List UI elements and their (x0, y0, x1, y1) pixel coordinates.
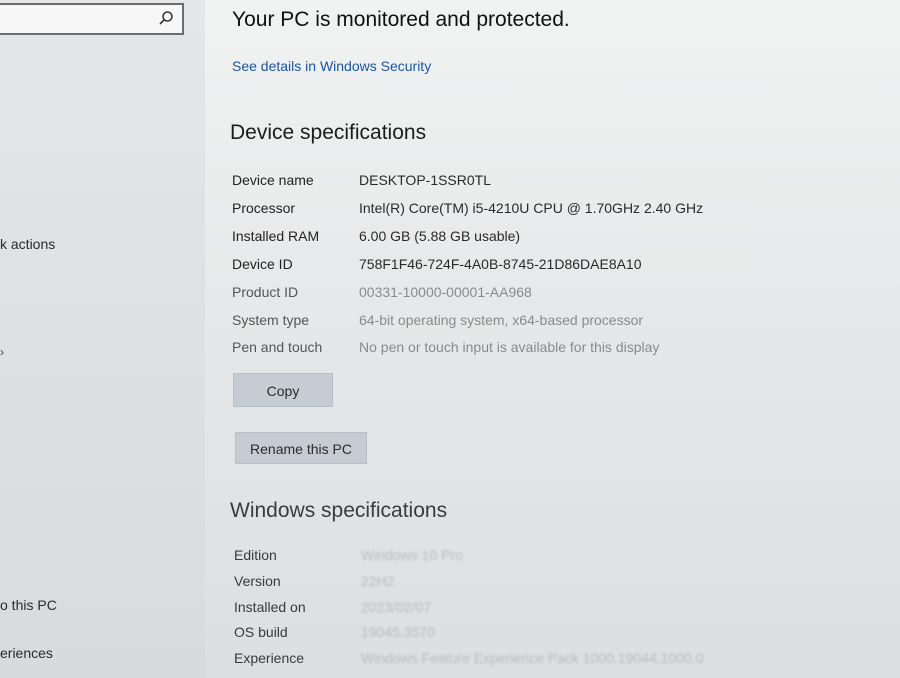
copy-button[interactable]: Copy (233, 373, 333, 407)
spec-value: No pen or touch input is available for t… (359, 339, 660, 355)
protection-status: Your PC is monitored and protected. (232, 8, 570, 31)
spec-row-experience: Experience Windows Feature Experience Pa… (234, 650, 894, 676)
spec-label: Installed on (234, 599, 306, 615)
spec-label: Edition (234, 547, 277, 563)
spec-value: 2023/02/07 (361, 599, 432, 615)
spec-row-processor: Processor Intel(R) Core(TM) i5-4210U CPU… (232, 200, 892, 226)
spec-value: 19045.3570 (361, 624, 435, 640)
spec-value: 64-bit operating system, x64-based proce… (359, 312, 644, 328)
spec-row-product-id: Product ID 00331-10000-00001-AA968 (232, 284, 892, 310)
spec-value: 6.00 GB (5.88 GB usable) (359, 228, 521, 244)
spec-row-installed-ram: Installed RAM 6.00 GB (5.88 GB usable) (232, 228, 892, 254)
search-icon[interactable] (158, 10, 174, 26)
spec-label: Experience (234, 650, 305, 666)
about-page: Your PC is monitored and protected. See … (205, 0, 900, 678)
spec-label: Version (234, 573, 281, 589)
spec-row-version: Version 22H2 (234, 573, 894, 599)
settings-search-input[interactable] (0, 3, 184, 35)
nav-item-actions[interactable]: k actions (0, 236, 55, 252)
spec-label: Device name (232, 172, 314, 188)
settings-window: k actions › o this PC eriences Your PC i… (0, 0, 900, 678)
device-specs-title: Device specifications (230, 121, 427, 144)
settings-nav-pane: k actions › o this PC eriences (0, 0, 205, 678)
spec-label: Device ID (232, 256, 293, 272)
windows-specs-title: Windows specifications (230, 499, 448, 522)
spec-label: Processor (232, 200, 296, 216)
nav-item-this-pc[interactable]: o this PC (0, 597, 57, 613)
rename-pc-button[interactable]: Rename this PC (235, 432, 367, 464)
spec-row-device-id: Device ID 758F1F46-724F-4A0B-8745-21D86D… (232, 256, 892, 282)
spec-value: DESKTOP-1SSR0TL (359, 172, 492, 188)
spec-row-system-type: System type 64-bit operating system, x64… (232, 312, 892, 338)
chevron-right-icon: › (0, 345, 4, 359)
windows-security-link[interactable]: See details in Windows Security (232, 58, 431, 74)
nav-item-experiences[interactable]: eriences (0, 645, 53, 661)
spec-value: 22H2 (361, 573, 395, 589)
spec-value: 00331-10000-00001-AA968 (359, 284, 532, 300)
spec-label: Pen and touch (232, 339, 323, 355)
spec-value: Windows 10 Pro (361, 547, 463, 563)
spec-label: System type (232, 312, 310, 328)
spec-value: Intel(R) Core(TM) i5-4210U CPU @ 1.70GHz… (359, 200, 704, 216)
spec-row-edition: Edition Windows 10 Pro (234, 547, 894, 573)
spec-value: 758F1F46-724F-4A0B-8745-21D86DAE8A10 (359, 256, 642, 272)
spec-row-device-name: Device name DESKTOP-1SSR0TL (232, 172, 892, 198)
spec-label: Product ID (232, 284, 299, 300)
spec-row-pen-touch: Pen and touch No pen or touch input is a… (232, 339, 892, 365)
spec-value: Windows Feature Experience Pack 1000.190… (361, 650, 704, 666)
spec-label: Installed RAM (232, 228, 320, 244)
spec-row-installed-on: Installed on 2023/02/07 (234, 599, 894, 625)
spec-label: OS build (234, 624, 288, 640)
spec-row-os-build: OS build 19045.3570 (234, 624, 894, 650)
